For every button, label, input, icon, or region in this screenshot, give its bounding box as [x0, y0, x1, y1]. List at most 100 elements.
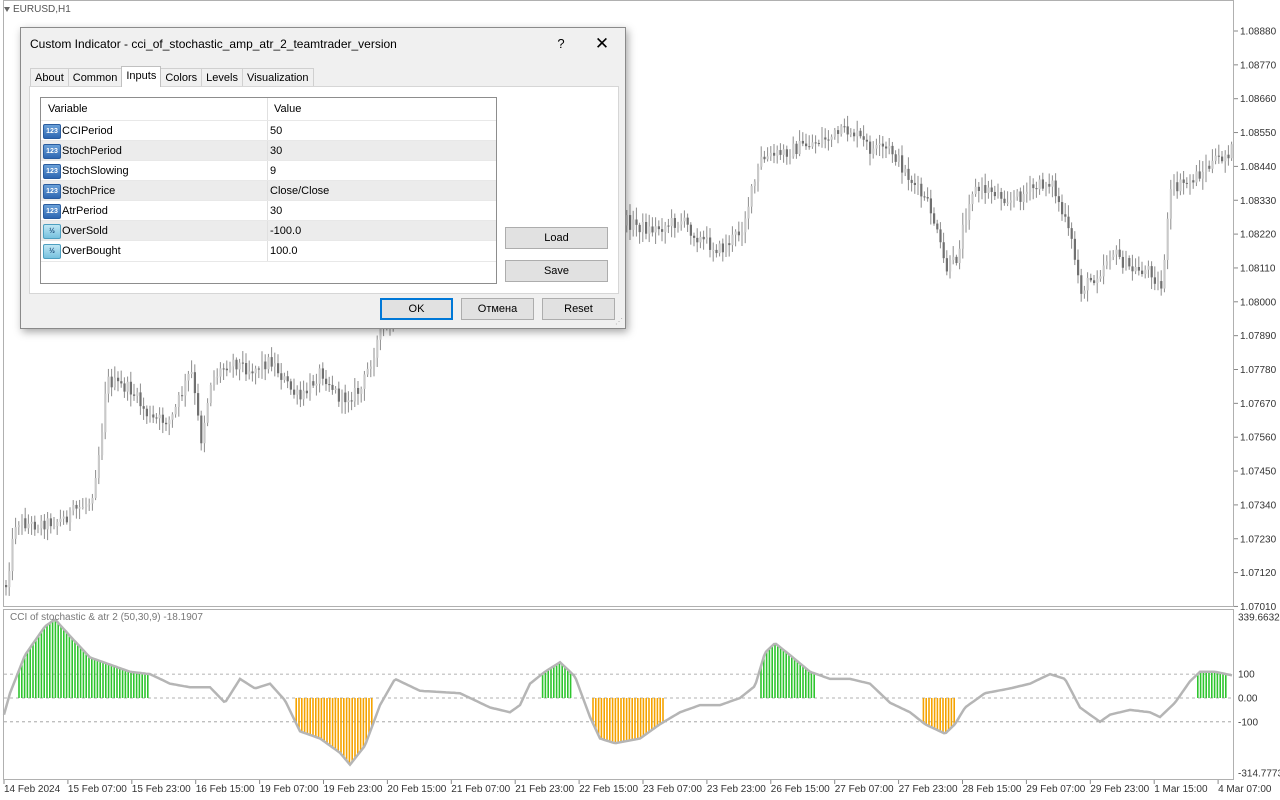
- param-value[interactable]: Close/Close: [270, 185, 329, 197]
- tab-common[interactable]: Common: [67, 68, 123, 87]
- param-value[interactable]: 50: [270, 125, 282, 137]
- candle-body: [958, 248, 961, 264]
- candle-body: [101, 432, 104, 456]
- candle-body: [341, 392, 344, 402]
- price-axis-label: 1.08110: [1240, 263, 1276, 274]
- candle-body: [792, 143, 795, 157]
- tab-inputs[interactable]: Inputs: [121, 66, 162, 87]
- candle-body: [984, 185, 987, 193]
- candle-body: [987, 187, 990, 193]
- table-row[interactable]: 123 StochPeriod 30: [41, 140, 496, 161]
- time-axis-label: 21 Feb 23:00: [515, 784, 574, 795]
- candle-body: [104, 393, 107, 433]
- tab-colors[interactable]: Colors: [160, 68, 203, 87]
- custom-indicator-dialog[interactable]: Custom Indicator - cci_of_stochastic_amp…: [20, 27, 626, 329]
- candle-body: [747, 206, 750, 219]
- resize-grip-icon[interactable]: ⋰: [615, 318, 623, 326]
- candle-body: [904, 168, 907, 173]
- candle-body: [213, 376, 216, 385]
- reset-button[interactable]: Reset: [542, 298, 615, 320]
- table-row[interactable]: ½ OverBought 100.0: [41, 240, 496, 262]
- candle-body: [261, 361, 264, 370]
- tab-about[interactable]: About: [30, 68, 69, 87]
- candle-body: [139, 392, 142, 407]
- candle-body: [1118, 249, 1121, 257]
- header-value[interactable]: Value: [274, 103, 301, 115]
- dialog-title: Custom Indicator - cci_of_stochastic_amp…: [30, 37, 397, 51]
- candle-body: [654, 226, 657, 233]
- param-value[interactable]: 30: [270, 205, 282, 217]
- ok-button[interactable]: OK: [380, 298, 453, 320]
- candle-body: [1224, 154, 1227, 162]
- table-row[interactable]: ½ OverSold -100.0: [41, 220, 496, 241]
- candle-body: [85, 504, 88, 508]
- param-name: AtrPeriod: [62, 205, 108, 217]
- price-axis-label: 1.08770: [1240, 60, 1277, 71]
- candle-body: [181, 395, 184, 397]
- table-row[interactable]: 123 StochSlowing 9: [41, 160, 496, 181]
- candle-body: [830, 136, 833, 140]
- candle-body: [1073, 238, 1076, 260]
- table-row[interactable]: 123 CCIPeriod 50: [41, 120, 496, 141]
- tab-visualization[interactable]: Visualization: [241, 68, 314, 87]
- time-axis-label: 26 Feb 15:00: [771, 784, 830, 795]
- candle-body: [837, 130, 840, 134]
- candle-body: [875, 145, 878, 149]
- candle-body: [11, 538, 14, 572]
- param-value[interactable]: 30: [270, 145, 282, 157]
- candle-body: [939, 229, 942, 243]
- candle-body: [376, 339, 379, 358]
- parameters-table[interactable]: Variable Value 123 CCIPeriod 50 123 Stoc…: [40, 97, 497, 284]
- candle-body: [321, 368, 324, 379]
- candle-body: [888, 145, 891, 149]
- param-value[interactable]: 100.0: [270, 245, 298, 257]
- param-value[interactable]: -100.0: [270, 225, 301, 237]
- candle-body: [789, 156, 792, 158]
- candle-body: [1067, 216, 1070, 229]
- candle-body: [296, 389, 299, 395]
- tab-levels[interactable]: Levels: [201, 68, 243, 87]
- time-axis-label: 15 Feb 07:00: [68, 784, 127, 795]
- time-axis-label: 4 Mar 07:00: [1218, 784, 1272, 795]
- time-axis-label: 20 Feb 15:00: [387, 784, 446, 795]
- candle-body: [949, 260, 952, 272]
- candle-body: [731, 234, 734, 246]
- candle-body: [337, 388, 340, 402]
- candle-body: [1195, 171, 1198, 183]
- help-button[interactable]: ?: [551, 34, 571, 54]
- table-row[interactable]: 123 AtrPeriod 30: [41, 200, 496, 221]
- dropdown-triangle-icon[interactable]: [4, 7, 10, 12]
- candle-body: [955, 256, 958, 264]
- candle-body: [821, 137, 824, 144]
- candle-body: [59, 518, 62, 522]
- column-separator: [267, 201, 268, 221]
- header-separator[interactable]: [267, 98, 268, 120]
- candle-body: [881, 143, 884, 147]
- candle-body: [734, 231, 737, 235]
- candle-body: [353, 387, 356, 402]
- candle-body: [725, 243, 728, 253]
- candle-body: [945, 258, 948, 272]
- candle-body: [277, 363, 280, 374]
- candle-body: [1150, 266, 1153, 278]
- cancel-button[interactable]: Отмена: [461, 298, 534, 320]
- candle-body: [1131, 266, 1134, 272]
- candle-body: [1080, 275, 1083, 294]
- candle-body: [1179, 179, 1182, 192]
- save-button[interactable]: Save: [505, 260, 608, 282]
- candle-body: [331, 384, 334, 390]
- candle-body: [805, 143, 808, 147]
- price-axis-label: 1.08220: [1240, 230, 1277, 241]
- load-button[interactable]: Load: [505, 227, 608, 249]
- candle-body: [1163, 259, 1166, 289]
- header-variable[interactable]: Variable: [48, 103, 88, 115]
- candle-body: [990, 187, 993, 192]
- indicator-pane-frame: [3, 609, 1234, 780]
- candle-body: [21, 518, 24, 526]
- candle-body: [1144, 269, 1147, 275]
- param-value[interactable]: 9: [270, 165, 276, 177]
- time-axis-label: 19 Feb 07:00: [260, 784, 319, 795]
- close-icon[interactable]: ✕: [591, 33, 613, 55]
- table-row[interactable]: 123 StochPrice Close/Close: [41, 180, 496, 201]
- candle-body: [811, 142, 814, 147]
